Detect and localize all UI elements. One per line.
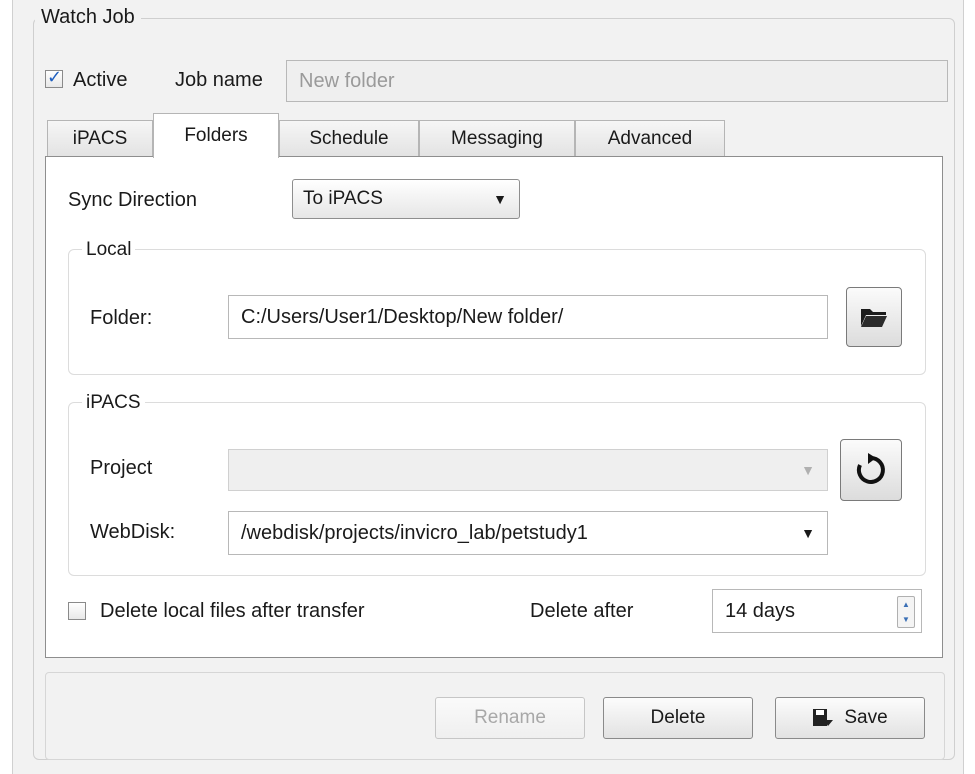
delete-local-files-label: Delete local files after transfer xyxy=(100,600,365,622)
webdisk-select[interactable]: /webdisk/projects/invicro_lab/petstudy1 … xyxy=(228,511,828,555)
refresh-icon xyxy=(856,453,885,484)
checkmark-icon: ✓ xyxy=(47,67,63,87)
project-label: Project xyxy=(90,457,153,479)
watch-job-title: Watch Job xyxy=(35,6,141,29)
job-name-label: Job name xyxy=(175,69,263,91)
folders-tab-panel: Sync Direction To iPACS ▼ Local Folder: … xyxy=(45,156,943,658)
folder-open-icon xyxy=(861,309,887,327)
tab-messaging[interactable]: Messaging xyxy=(419,120,575,156)
job-name-input[interactable]: New folder xyxy=(286,60,948,102)
save-icon xyxy=(813,709,834,726)
delete-after-label: Delete after xyxy=(530,600,634,622)
spin-down-icon: ▼ xyxy=(902,615,910,624)
delete-button[interactable]: Delete xyxy=(603,697,753,739)
active-label: Active xyxy=(73,69,128,91)
ipacs-group-title: iPACS xyxy=(82,392,145,414)
delete-local-files-checkbox[interactable] xyxy=(68,602,86,620)
sync-direction-value: To iPACS xyxy=(303,188,383,209)
tab-folders[interactable]: Folders xyxy=(153,113,279,158)
local-group-title: Local xyxy=(82,239,136,261)
chevron-down-icon: ▼ xyxy=(801,462,815,478)
tab-advanced[interactable]: Advanced xyxy=(575,120,725,156)
delete-after-value: 14 days xyxy=(725,599,796,622)
tab-ipacs[interactable]: iPACS xyxy=(47,120,153,156)
active-checkbox[interactable]: ✓ xyxy=(45,67,63,88)
save-button[interactable]: Save xyxy=(775,697,925,739)
project-select[interactable]: ▼ xyxy=(228,449,828,491)
rename-button[interactable]: Rename xyxy=(435,697,585,739)
spinbox-arrows[interactable]: ▲ ▼ xyxy=(897,596,915,628)
sync-direction-label: Sync Direction xyxy=(68,189,197,211)
job-name-placeholder: New folder xyxy=(299,69,395,92)
spin-up-icon: ▲ xyxy=(902,600,910,609)
delete-after-spinbox[interactable]: 14 days ▲ ▼ xyxy=(712,589,922,633)
webdisk-label: WebDisk: xyxy=(90,521,176,543)
folder-path-value: C:/Users/User1/Desktop/New folder/ xyxy=(241,305,564,328)
chevron-down-icon: ▼ xyxy=(801,525,815,541)
refresh-projects-button[interactable] xyxy=(840,439,902,501)
webdisk-value: /webdisk/projects/invicro_lab/petstudy1 xyxy=(241,521,588,544)
sync-direction-select[interactable]: To iPACS ▼ xyxy=(292,179,520,219)
folder-path-input[interactable]: C:/Users/User1/Desktop/New folder/ xyxy=(228,295,828,339)
tab-schedule[interactable]: Schedule xyxy=(279,120,419,156)
browse-folder-button[interactable] xyxy=(846,287,902,347)
watch-job-window: Watch Job ✓ Active Job name New folder i… xyxy=(12,0,964,774)
folder-label: Folder: xyxy=(90,307,153,329)
chevron-down-icon: ▼ xyxy=(493,191,507,207)
